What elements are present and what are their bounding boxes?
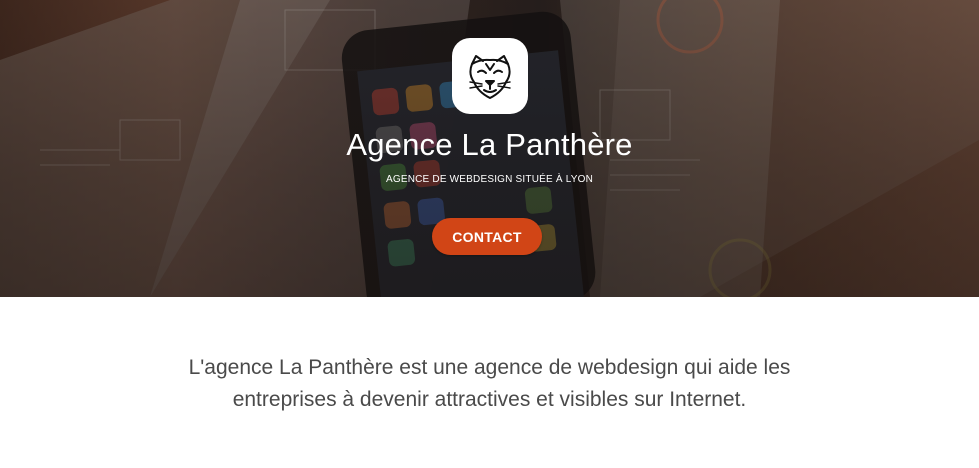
intro-text: L'agence La Panthère est une agence de w… [0,352,979,416]
intro-line-2: entreprises à devenir attractives et vis… [232,388,747,411]
contact-button[interactable]: CONTACT [432,218,542,255]
page-title: Agence La Panthère [346,127,633,162]
hero-banner: Agence La Panthère AGENCE DE WEBDESIGN S… [0,0,979,297]
panther-head-icon [469,55,511,99]
intro-line-1: L'agence La Panthère est une agence de w… [188,356,791,379]
page-subtitle: AGENCE DE WEBDESIGN SITUÉE À LYON [385,174,593,185]
agency-logo[interactable] [452,38,528,114]
